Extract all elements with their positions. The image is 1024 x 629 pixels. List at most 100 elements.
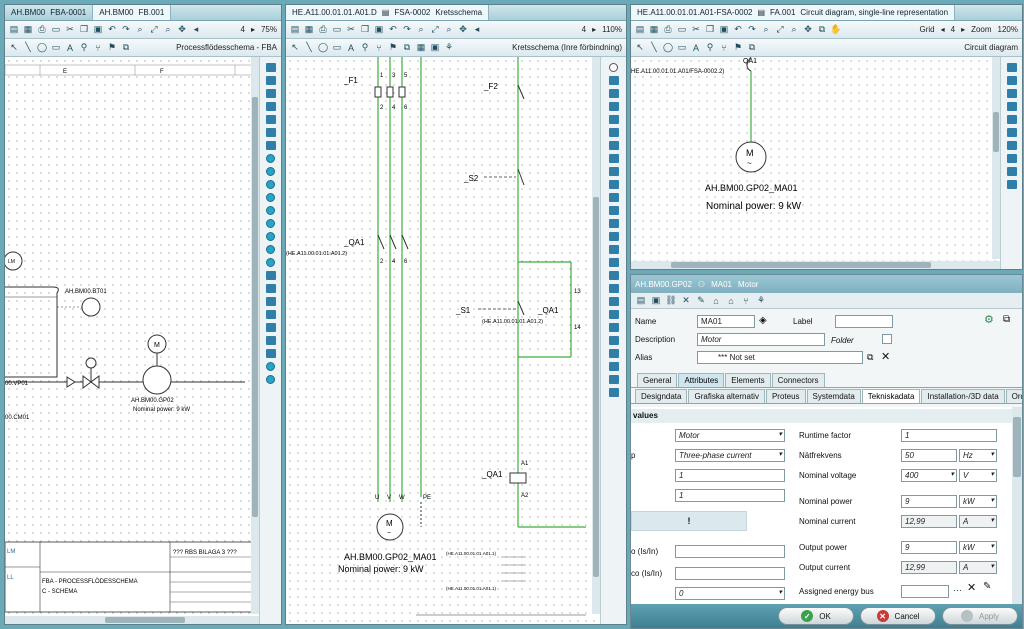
zoom-fit-icon[interactable]: ⤢ [148, 24, 160, 36]
scroll-thumb[interactable] [593, 197, 599, 577]
start-current-field[interactable] [675, 545, 785, 558]
left-vertical-scrollbar[interactable] [251, 57, 259, 614]
name-field[interactable]: MA01 [697, 315, 755, 328]
cut-icon[interactable]: ✂ [690, 24, 702, 36]
symbol-icon[interactable] [608, 180, 619, 189]
symbol-icon[interactable] [608, 167, 619, 176]
symbol-icon[interactable] [265, 63, 276, 72]
symbol-icon[interactable] [265, 323, 276, 332]
zoom-icon[interactable]: ⌕ [134, 24, 146, 36]
zoom-fit-icon[interactable]: ⤢ [429, 24, 441, 36]
scroll-thumb[interactable] [993, 112, 999, 152]
symbol-icon[interactable] [608, 349, 619, 358]
label-field[interactable] [835, 315, 893, 328]
alias-field[interactable]: *** Not set [697, 351, 863, 364]
output-current-unit[interactable]: A ▾ [959, 561, 997, 574]
zoom-value[interactable]: 75% [261, 25, 277, 34]
undo-icon[interactable]: ↶ [387, 24, 399, 36]
voltage-unit[interactable]: V ▾ [959, 469, 997, 482]
locked-current-field[interactable] [675, 567, 785, 580]
symbol-icon[interactable]: ⚑ [387, 42, 399, 54]
energy-bus-field[interactable] [901, 585, 949, 598]
symbol-icon[interactable] [608, 323, 619, 332]
page-number[interactable]: 4 [241, 25, 245, 34]
right-vertical-scrollbar[interactable] [992, 57, 1000, 259]
next-page-icon[interactable]: ▸ [251, 25, 255, 34]
ellipse-icon[interactable]: ◯ [662, 42, 674, 54]
symbol-icon[interactable] [1006, 89, 1017, 98]
parent-object-label[interactable]: AH.BM00.GP02 [635, 280, 692, 289]
tab-connectors[interactable]: Connectors [771, 373, 825, 387]
symbol-icon[interactable] [608, 141, 619, 150]
subtab-tekniskadata[interactable]: Tekniskadata [861, 389, 921, 403]
runtime-factor-field[interactable]: 1 [901, 429, 997, 442]
pointer-icon[interactable]: ↖ [634, 42, 646, 54]
symbol-icon[interactable] [608, 76, 619, 85]
symbol-icon[interactable] [608, 232, 619, 241]
clear-icon[interactable]: ✕ [967, 581, 976, 594]
nominal-power-unit[interactable]: kW ▾ [959, 495, 997, 508]
scroll-thumb[interactable] [105, 617, 185, 623]
left-canvas[interactable]: E F LM AH.BM00.BT01 00.VP01 00.CM01 M AH… [5, 57, 281, 624]
nominal-current-unit[interactable]: A ▾ [959, 515, 997, 528]
symbol-icon[interactable] [266, 245, 275, 254]
symbol-icon[interactable] [608, 297, 619, 306]
ellipse-icon[interactable]: ◯ [36, 42, 48, 54]
undo-icon[interactable]: ↶ [732, 24, 744, 36]
status-icon[interactable]: ⚙ [984, 313, 994, 326]
zoom-icon[interactable]: ⌕ [760, 24, 772, 36]
home-icon[interactable]: ⌂ [710, 295, 722, 307]
symbol-icon[interactable] [1006, 102, 1017, 111]
symbol-icon[interactable] [266, 206, 275, 215]
output-power-field[interactable]: 9 [901, 541, 957, 554]
copy-icon[interactable]: ❐ [704, 24, 716, 36]
symbol-icon[interactable] [266, 154, 275, 163]
new-icon[interactable]: ▤ [635, 295, 647, 307]
prev-icon[interactable]: ◂ [941, 25, 945, 34]
pan-icon[interactable]: ✥ [457, 24, 469, 36]
quantity-field-2[interactable]: 1 [675, 489, 785, 502]
symbol-icon[interactable] [265, 76, 276, 85]
link-icon[interactable]: ⛓ [665, 295, 677, 307]
line-icon[interactable]: ╲ [22, 42, 34, 54]
phase-dropdown[interactable]: Three-phase current ▾ [675, 449, 785, 462]
nominal-power-field[interactable]: 9 [901, 495, 957, 508]
next-icon[interactable]: ▸ [961, 25, 965, 34]
zoom-window-icon[interactable]: ⌕ [788, 24, 800, 36]
symbol-icon[interactable] [266, 180, 275, 189]
symbol-icon[interactable] [265, 284, 276, 293]
text-icon[interactable]: A [690, 42, 702, 54]
page-number[interactable]: 4 [582, 25, 586, 34]
tree-icon[interactable]: ⚘ [443, 42, 455, 54]
symbol-icon[interactable] [608, 271, 619, 280]
subtab-systemdata[interactable]: Systemdata [806, 389, 861, 403]
voltage-field[interactable]: 400 ▾ [901, 469, 957, 482]
branch-icon[interactable]: ⑂ [92, 42, 104, 54]
text-icon[interactable]: A [64, 42, 76, 54]
symbol-icon[interactable] [608, 128, 619, 137]
cut-icon[interactable]: ✂ [64, 24, 76, 36]
apply-button[interactable]: Apply [942, 607, 1018, 625]
more-icon[interactable]: … [953, 583, 962, 593]
properties-vertical-scrollbar[interactable] [1012, 407, 1022, 604]
symbol-icon[interactable] [265, 128, 276, 137]
zoom-window-icon[interactable]: ⌕ [162, 24, 174, 36]
fit-icon[interactable]: ▭ [50, 24, 62, 36]
paste-icon[interactable]: ▣ [92, 24, 104, 36]
image-icon[interactable]: ▣ [429, 42, 441, 54]
ellipse-icon[interactable]: ◯ [317, 42, 329, 54]
symbol-icon[interactable] [1006, 141, 1017, 150]
symbol-icon[interactable] [1006, 128, 1017, 137]
mid-tab[interactable]: HE.A11.00.01.01.A01.D ▤ FSA-0002 Kretssc… [286, 5, 490, 20]
symbol-icon[interactable] [608, 258, 619, 267]
zoom-value[interactable]: 110% [602, 25, 622, 34]
scroll-thumb[interactable] [252, 97, 258, 517]
open-icon[interactable]: ▣ [650, 295, 662, 307]
description-field[interactable]: Motor [697, 333, 825, 346]
window-icon[interactable]: ⧉ [1003, 314, 1010, 325]
zoom-window-icon[interactable]: ⌕ [443, 24, 455, 36]
output-power-unit[interactable]: kW ▾ [959, 541, 997, 554]
left-tab-1[interactable]: AH.BM00 FBA-0001 [5, 5, 94, 20]
symbol-icon[interactable] [266, 167, 275, 176]
subtab-installation[interactable]: Installation-/3D data [921, 389, 1005, 403]
